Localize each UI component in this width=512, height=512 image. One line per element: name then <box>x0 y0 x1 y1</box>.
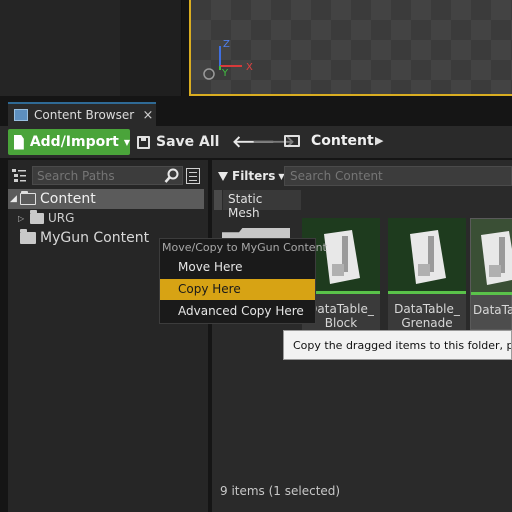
viewport-side-panel <box>0 0 120 96</box>
filters-label: Filters <box>232 169 276 183</box>
chevron-down-icon: ▼ <box>123 137 130 147</box>
folder-icon <box>30 209 44 224</box>
breadcrumb-chevron-icon[interactable]: ▶ <box>375 134 383 147</box>
add-import-label: Add/Import <box>29 134 119 150</box>
search-icon[interactable] <box>164 168 180 184</box>
menu-item-copy-here[interactable]: Copy Here <box>160 279 315 300</box>
new-asset-icon <box>14 134 24 150</box>
folder-label: MyGun Content <box>40 230 150 246</box>
folder-icon <box>20 229 36 244</box>
svg-text:Y: Y <box>221 68 229 79</box>
data-table-icon <box>410 230 446 284</box>
folder-label: Content <box>40 191 96 207</box>
data-table-icon <box>481 231 512 285</box>
folder-open-icon <box>20 191 36 205</box>
filter-chip-toggle[interactable] <box>214 190 222 210</box>
menu-item-advanced-copy-here[interactable]: Advanced Copy Here <box>160 301 315 322</box>
collapsed-triangle-icon[interactable]: ▷ <box>18 214 30 223</box>
asset-count-status: 9 items (1 selected) <box>220 484 341 498</box>
asset-thumbnail <box>388 218 466 294</box>
folder-tree-item-urg[interactable]: ▷ URG <box>18 209 75 226</box>
svg-text:X: X <box>246 62 253 73</box>
folder-label: URG <box>48 211 75 225</box>
add-import-button[interactable]: Add/Import ▼ <box>8 129 130 155</box>
save-all-label: Save All <box>156 134 220 150</box>
filter-funnel-icon <box>218 171 228 181</box>
filters-button[interactable]: Filters ▼ <box>218 166 285 186</box>
asset-name: DataTa <box>473 303 512 317</box>
asset-tile[interactable]: DataTable_ Grenade <box>388 218 466 330</box>
asset-thumbnail <box>471 219 512 295</box>
content-browser-icon <box>14 109 28 121</box>
view-options-icon[interactable] <box>186 168 200 184</box>
search-paths-input[interactable] <box>32 166 183 185</box>
tab-label: Content Browser <box>34 108 135 122</box>
asset-tile-selected[interactable]: DataTa <box>470 218 512 330</box>
data-table-icon <box>324 230 360 284</box>
viewport-divider <box>120 0 182 96</box>
tab-content-browser[interactable]: Content Browser × <box>8 102 156 126</box>
save-icon <box>137 135 150 149</box>
context-menu-heading: Move/Copy to MyGun Content <box>162 241 327 254</box>
folder-icon <box>284 135 300 147</box>
filter-chip-static-mesh[interactable]: Static Mesh <box>223 190 301 220</box>
breadcrumb-content[interactable]: Content <box>311 133 374 149</box>
folder-tree-item-mygun-content[interactable]: MyGun Content <box>20 229 149 247</box>
asset-name: DataTable_ Grenade <box>394 302 460 330</box>
axis-gizmo-icon: Z X Y <box>203 39 253 80</box>
tooltip: Copy the dragged items to this folder, p… <box>283 330 512 360</box>
expanded-triangle-icon[interactable]: ◢ <box>10 194 20 204</box>
sources-panel-toggle-icon[interactable] <box>10 166 28 184</box>
menu-item-move-here[interactable]: Move Here <box>160 257 315 278</box>
folder-tree-item-content[interactable]: ◢ Content <box>8 189 204 209</box>
save-all-button[interactable]: Save All <box>137 129 219 155</box>
search-content-input[interactable] <box>284 166 512 186</box>
svg-text:Z: Z <box>223 39 230 50</box>
close-icon[interactable]: × <box>140 108 156 123</box>
